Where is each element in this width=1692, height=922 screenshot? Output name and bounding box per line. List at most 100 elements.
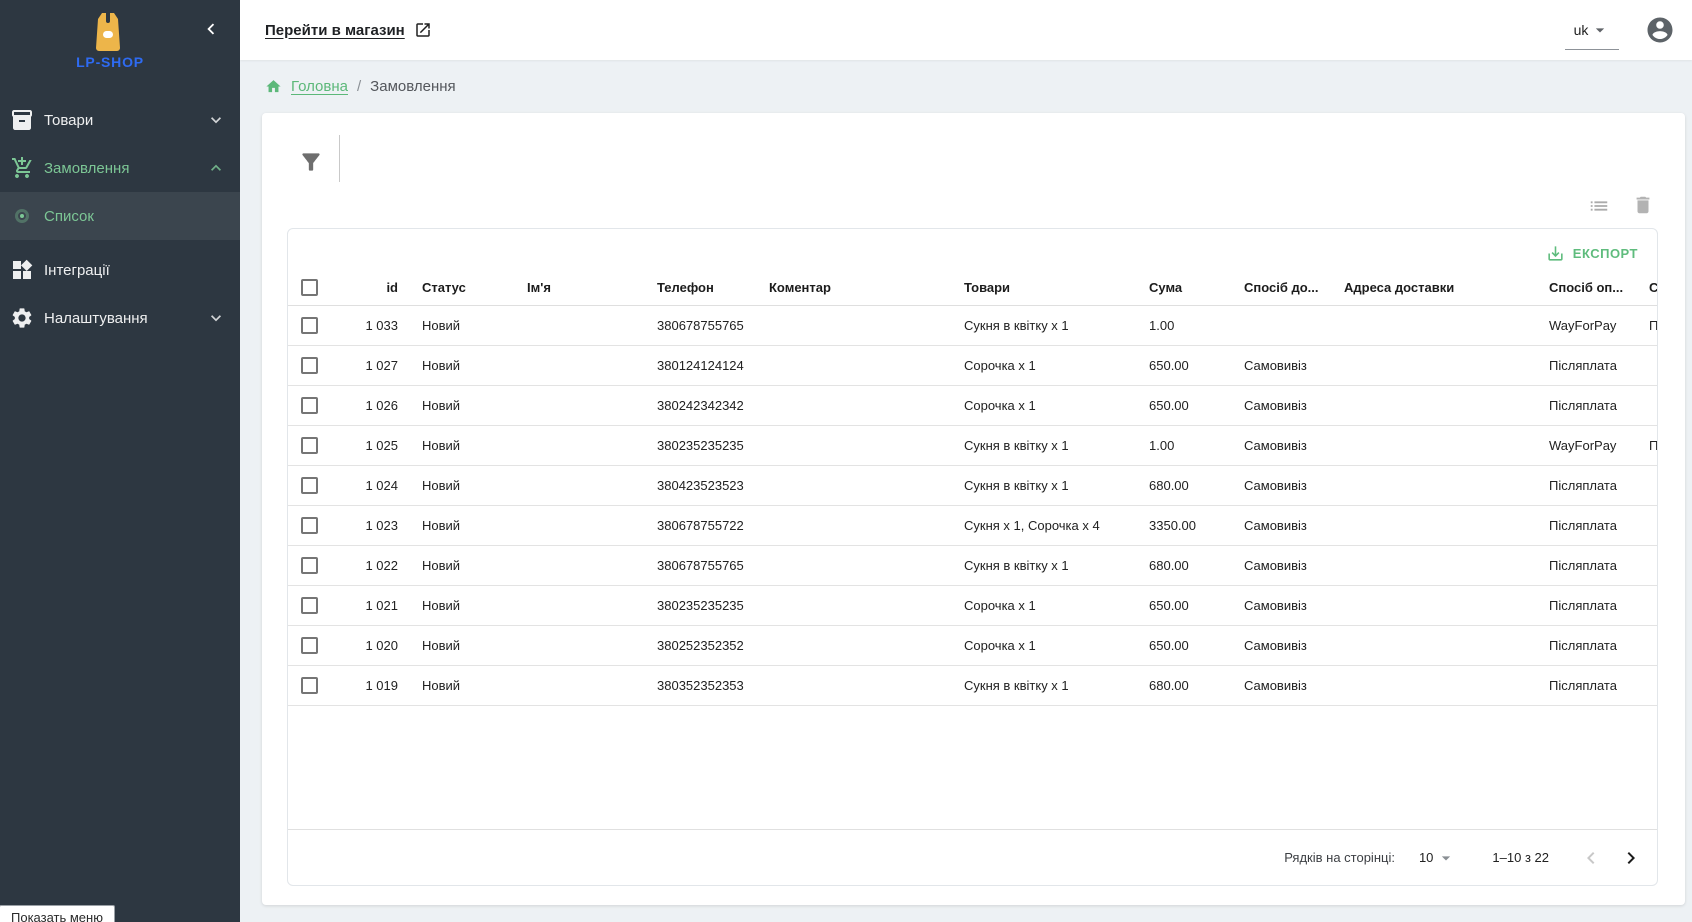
filter-input-caret[interactable] [339, 135, 340, 182]
trash-icon[interactable] [1632, 194, 1654, 216]
cell-name [511, 625, 641, 665]
arrow-drop-down-icon [1436, 848, 1456, 868]
sidebar-item-orders-list[interactable]: Список [0, 192, 240, 240]
cell-payment_status [1633, 465, 1657, 505]
cell-payment: Післяплата [1533, 345, 1633, 385]
row-checkbox-cell [288, 505, 336, 545]
row-checkbox[interactable] [301, 437, 318, 454]
column-header-comment[interactable]: Коментар [753, 271, 948, 305]
download-icon [1546, 244, 1565, 263]
language-value: uk [1574, 22, 1589, 38]
row-checkbox[interactable] [301, 557, 318, 574]
select-all-checkbox[interactable] [301, 279, 318, 296]
table-row[interactable]: 1 022Новий380678755765Сукня в квітку x 1… [288, 545, 1657, 585]
cell-payment_status [1633, 585, 1657, 625]
cell-delivery: Самовивіз [1228, 425, 1328, 465]
row-checkbox[interactable] [301, 357, 318, 374]
filter-icon[interactable] [298, 149, 324, 175]
cell-name [511, 345, 641, 385]
column-header-payment_status[interactable]: Ст [1633, 271, 1657, 305]
column-header-products[interactable]: Товари [948, 271, 1133, 305]
column-header-payment[interactable]: Спосіб оп... [1533, 271, 1633, 305]
list-view-icon[interactable] [1588, 195, 1610, 217]
row-checkbox[interactable] [301, 677, 318, 694]
row-checkbox[interactable] [301, 597, 318, 614]
row-checkbox[interactable] [301, 397, 318, 414]
table-row[interactable]: 1 025Новий380235235235Сукня в квітку x 1… [288, 425, 1657, 465]
sidebar-item-label: Налаштування [44, 310, 206, 327]
column-header-phone[interactable]: Телефон [641, 271, 753, 305]
cell-address [1328, 585, 1533, 625]
breadcrumb: Головна / Замовлення [240, 60, 1692, 113]
cell-products: Сукня x 1, Сорочка x 4 [948, 505, 1133, 545]
row-checkbox[interactable] [301, 477, 318, 494]
row-checkbox[interactable] [301, 317, 318, 334]
cell-address [1328, 545, 1533, 585]
column-header-name[interactable]: Ім'я [511, 271, 641, 305]
column-header-address[interactable]: Адреса доставки [1328, 271, 1533, 305]
language-select[interactable]: uk [1565, 12, 1619, 50]
home-icon[interactable] [265, 78, 282, 95]
cell-address [1328, 425, 1533, 465]
cell-id: 1 026 [336, 385, 406, 425]
row-checkbox[interactable] [301, 517, 318, 534]
pagination-range: 1–10 з 22 [1492, 850, 1549, 865]
gear-icon [10, 306, 34, 330]
go-to-store-link[interactable]: Перейти в магазин [265, 21, 432, 39]
sidebar-item-settings[interactable]: Налаштування [0, 294, 240, 342]
cell-id: 1 024 [336, 465, 406, 505]
sidebar-item-integrations[interactable]: Інтеграції [0, 246, 240, 294]
sidebar-item-label: Список [44, 208, 226, 225]
breadcrumb-home-link[interactable]: Головна [291, 78, 348, 95]
previous-page-icon[interactable] [1577, 844, 1605, 872]
cell-name [511, 665, 641, 705]
row-checkbox[interactable] [301, 637, 318, 654]
cell-status: Новий [406, 545, 511, 585]
column-header-status[interactable]: Статус [406, 271, 511, 305]
table-row[interactable]: 1 033Новий380678755765Сукня в квітку x 1… [288, 305, 1657, 345]
table-row[interactable]: 1 026Новий380242342342Сорочка x 1650.00С… [288, 385, 1657, 425]
column-header-delivery[interactable]: Спосіб до... [1228, 271, 1328, 305]
cell-phone: 380423523523 [641, 465, 753, 505]
cell-phone: 380352352353 [641, 665, 753, 705]
cell-delivery: Самовивіз [1228, 505, 1328, 545]
cell-sum: 3350.00 [1133, 505, 1228, 545]
table-row[interactable]: 1 020Новий380252352352Сорочка x 1650.00С… [288, 625, 1657, 665]
table-empty-space [288, 706, 1657, 830]
cell-phone: 380124124124 [641, 345, 753, 385]
table-row[interactable]: 1 019Новий380352352353Сукня в квітку x 1… [288, 665, 1657, 705]
cell-phone: 380235235235 [641, 425, 753, 465]
table-row[interactable]: 1 021Новий380235235235Сорочка x 1650.00С… [288, 585, 1657, 625]
sidebar-item-orders[interactable]: Замовлення [0, 144, 240, 192]
sidebar-item-products[interactable]: Товари [0, 96, 240, 144]
collapse-sidebar-icon[interactable] [200, 18, 222, 40]
table-row[interactable]: 1 024Новий380423523523Сукня в квітку x 1… [288, 465, 1657, 505]
inventory-box-icon [10, 108, 34, 132]
chevron-down-icon [206, 110, 226, 130]
row-checkbox-cell [288, 625, 336, 665]
cell-status: Новий [406, 585, 511, 625]
user-avatar-icon[interactable] [1645, 15, 1675, 45]
cell-status: Новий [406, 665, 511, 705]
cell-status: Новий [406, 465, 511, 505]
sidebar: LP-SHOP Товари Замовлення Список Інтегра… [0, 0, 240, 922]
arrow-drop-down-icon [1590, 20, 1610, 40]
orders-panel: ЕКСПОРТ [262, 113, 1685, 905]
export-button[interactable]: ЕКСПОРТ [1540, 240, 1644, 267]
cell-delivery: Самовивіз [1228, 385, 1328, 425]
cell-delivery: Самовивіз [1228, 545, 1328, 585]
table-row[interactable]: 1 027Новий380124124124Сорочка x 1650.00С… [288, 345, 1657, 385]
row-checkbox-cell [288, 545, 336, 585]
next-page-icon[interactable] [1617, 844, 1645, 872]
column-header-id[interactable]: id [336, 271, 406, 305]
cell-products: Сукня в квітку x 1 [948, 305, 1133, 345]
cell-address [1328, 385, 1533, 425]
cell-status: Новий [406, 505, 511, 545]
export-row: ЕКСПОРТ [288, 229, 1657, 271]
rows-per-page-select[interactable]: 10 [1419, 848, 1456, 868]
table-row[interactable]: 1 023Новий380678755722Сукня x 1, Сорочка… [288, 505, 1657, 545]
cell-products: Сорочка x 1 [948, 585, 1133, 625]
cell-comment [753, 665, 948, 705]
column-header-sum[interactable]: Сума [1133, 271, 1228, 305]
pagination-bar: Рядків на сторінці: 10 1–10 з 22 [288, 829, 1657, 885]
